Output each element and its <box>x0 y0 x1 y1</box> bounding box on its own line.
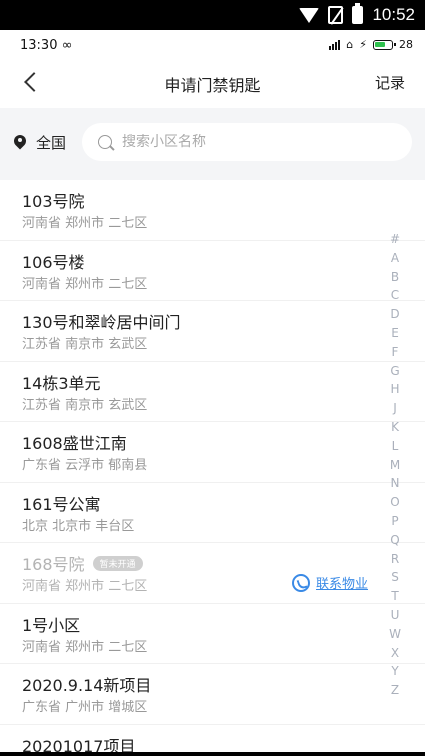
navigation-bar: 申请门禁钥匙 记录 <box>0 64 425 100</box>
item-address: 河南省 郑州市 二七区 <box>22 579 148 594</box>
page-title: 申请门禁钥匙 <box>164 76 261 95</box>
index-letter[interactable]: T <box>391 587 398 606</box>
charging-icon: ⚡ <box>359 38 367 51</box>
battery-icon <box>352 3 364 24</box>
index-letter[interactable]: H <box>390 380 399 399</box>
index-letter[interactable]: P <box>391 512 398 531</box>
list-item[interactable]: 130号和翠岭居中间门 江苏省 南京市 玄武区 <box>0 301 425 362</box>
hd-icon: ⌂ <box>346 38 354 51</box>
list-item-unavailable: 168号院 暂未开通 河南省 郑州市 二七区 联系物业 <box>0 543 425 604</box>
index-letter[interactable]: D <box>390 305 399 324</box>
index-letter[interactable]: Q <box>390 531 399 550</box>
system-clock: 10:52 <box>372 5 415 24</box>
index-letter[interactable]: G <box>390 362 399 381</box>
contact-property-link[interactable]: 联系物业 <box>292 573 368 592</box>
item-name: 2020.9.14新项目 <box>22 676 152 695</box>
search-input[interactable] <box>122 134 362 150</box>
item-name: 168号院 <box>22 555 85 574</box>
wifi-icon <box>299 7 320 23</box>
index-letter[interactable]: A <box>391 249 399 268</box>
item-name: 14栋3单元 <box>22 373 101 393</box>
list-item[interactable]: 1608盛世江南 广东省 云浮市 郁南县 <box>0 422 425 483</box>
list-item[interactable]: 1号小区 河南省 郑州市 二七区 <box>0 604 425 664</box>
phone-icon <box>292 573 310 592</box>
index-letter[interactable]: M <box>390 456 400 475</box>
item-address: 广东省 云浮市 郁南县 <box>22 458 148 473</box>
index-letter[interactable]: W <box>389 625 401 644</box>
index-letter[interactable]: X <box>391 644 399 663</box>
system-status-bar: 10:52 <box>0 0 425 30</box>
search-row: 全国 <box>0 108 425 176</box>
list-item[interactable]: 14栋3单元 江苏省 南京市 玄武区 <box>0 362 425 422</box>
item-name: 130号和翠岭居中间门 <box>22 313 181 332</box>
index-letter[interactable]: B <box>391 268 399 287</box>
battery-level: 28 <box>399 38 413 51</box>
item-address: 河南省 郑州市 二七区 <box>22 216 148 231</box>
location-pin-icon <box>14 135 26 151</box>
list-item[interactable]: 103号院 河南省 郑州市 二七区 <box>0 180 425 241</box>
index-letter[interactable]: R <box>391 550 399 569</box>
index-letter[interactable]: N <box>391 474 400 493</box>
index-letter[interactable]: E <box>391 324 399 343</box>
contact-property-label: 联系物业 <box>316 577 369 592</box>
index-letter[interactable]: U <box>391 606 400 625</box>
signal-icon <box>329 39 341 50</box>
mini-battery-icon <box>373 39 396 50</box>
item-name: 103号院 <box>22 192 85 211</box>
index-letter[interactable]: S <box>391 568 399 587</box>
search-icon <box>98 135 112 149</box>
region-label: 全国 <box>36 134 67 152</box>
list-item[interactable]: 161号公寓 北京 北京市 丰台区 <box>0 483 425 543</box>
index-letter[interactable]: F <box>392 343 399 362</box>
alphabet-index[interactable]: # A B C D E F G H J K L M N O P Q R S T U W X Y Z <box>387 230 403 700</box>
list-item[interactable]: 2020.9.14新项目 广东省 广州市 增城区 <box>0 664 425 725</box>
item-address: 江苏省 南京市 玄武区 <box>22 337 148 352</box>
no-sim-icon <box>328 6 344 24</box>
index-letter[interactable]: # <box>390 230 400 249</box>
app-status-bar: 13:30 ∞ ⌂ ⚡ 28 <box>0 30 425 60</box>
app-header: 13:30 ∞ ⌂ ⚡ 28 申请门禁钥匙 记录 <box>0 30 425 108</box>
status-badge: 暂未开通 <box>92 555 143 571</box>
community-list: 103号院 河南省 郑州市 二七区 106号楼 河南省 郑州市 二七区 130号… <box>0 180 425 756</box>
record-link[interactable]: 记录 <box>375 72 405 93</box>
item-address: 北京 北京市 丰台区 <box>22 518 135 534</box>
index-letter[interactable]: Y <box>391 662 398 681</box>
search-box[interactable] <box>82 123 412 161</box>
region-selector[interactable]: 全国 <box>14 132 66 153</box>
item-name: 106号楼 <box>22 252 85 272</box>
index-letter[interactable]: Z <box>391 681 399 700</box>
app-clock-text: 13:30 <box>20 38 58 53</box>
item-name: 1号小区 <box>22 615 81 635</box>
app-clock: 13:30 ∞ <box>20 38 73 53</box>
app-status-icons: ⌂ ⚡ 28 <box>329 38 413 51</box>
list-item[interactable]: 106号楼 河南省 郑州市 二七区 <box>0 241 425 301</box>
index-letter[interactable]: L <box>392 437 399 456</box>
item-name: 1608盛世江南 <box>22 434 127 453</box>
item-name: 161号公寓 <box>22 494 101 514</box>
system-navigation-bar <box>0 752 425 756</box>
item-address: 江苏省 南京市 玄武区 <box>22 397 148 413</box>
item-address: 河南省 郑州市 二七区 <box>22 276 148 292</box>
index-letter[interactable]: J <box>393 399 397 418</box>
index-letter[interactable]: O <box>390 493 399 512</box>
index-letter[interactable]: K <box>391 418 399 437</box>
index-letter[interactable]: C <box>391 286 399 305</box>
item-address: 河南省 郑州市 二七区 <box>22 639 148 655</box>
item-address: 广东省 广州市 增城区 <box>22 700 148 715</box>
